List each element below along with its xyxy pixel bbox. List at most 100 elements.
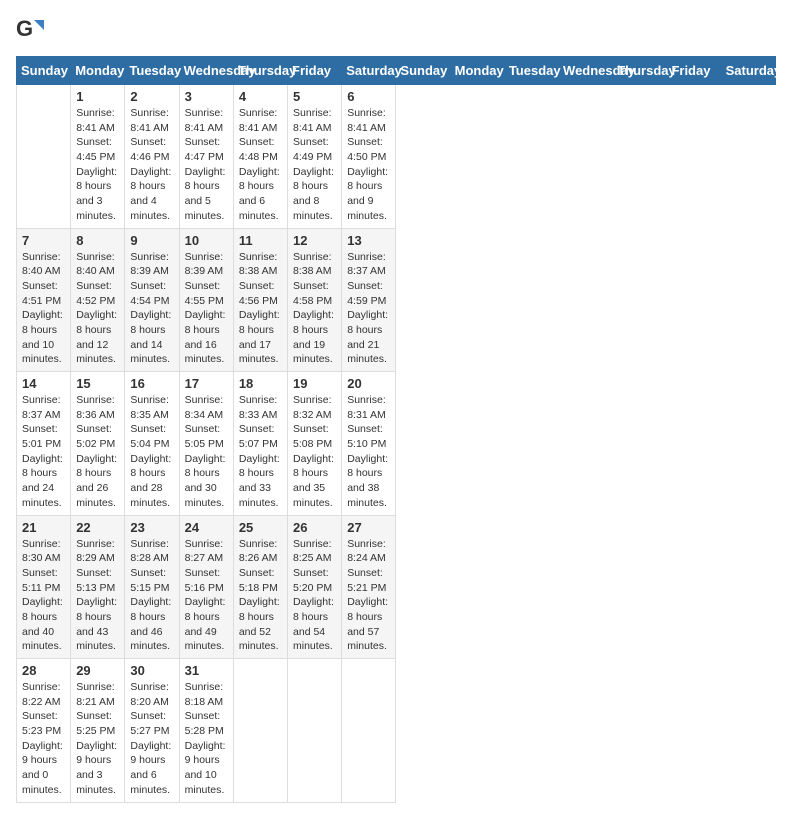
header-saturday: Saturday	[721, 57, 775, 85]
day-info: Sunrise: 8:41 AMSunset: 4:49 PMDaylight:…	[293, 106, 336, 224]
header-sunday: Sunday	[396, 57, 450, 85]
day-info: Sunrise: 8:38 AMSunset: 4:56 PMDaylight:…	[239, 250, 282, 368]
day-number: 20	[347, 376, 390, 391]
calendar-cell: 11 Sunrise: 8:38 AMSunset: 4:56 PMDayligh…	[233, 228, 287, 372]
day-info: Sunrise: 8:25 AMSunset: 5:20 PMDaylight:…	[293, 537, 336, 655]
calendar-cell: 14 Sunrise: 8:37 AMSunset: 5:01 PMDayligh…	[17, 372, 71, 516]
calendar-cell: 28Sunrise: 8:22 AMSunset: 5:23 PMDayligh…	[17, 659, 71, 803]
day-number: 15	[76, 376, 119, 391]
day-info: Sunrise: 8:35 AMSunset: 5:04 PMDaylight:…	[130, 393, 173, 511]
day-info: Sunrise: 8:41 AMSunset: 4:48 PMDaylight:…	[239, 106, 282, 224]
day-info: Sunrise: 8:34 AMSunset: 5:05 PMDaylight:…	[185, 393, 228, 511]
calendar-cell: 24 Sunrise: 8:27 AMSunset: 5:16 PMDayligh…	[179, 515, 233, 659]
calendar-cell: 22 Sunrise: 8:29 AMSunset: 5:13 PMDayligh…	[71, 515, 125, 659]
day-number: 9	[130, 233, 173, 248]
header-monday: Monday	[450, 57, 504, 85]
calendar-cell: 17Sunrise: 8:34 AMSunset: 5:05 PMDayligh…	[179, 372, 233, 516]
calendar-cell: 30Sunrise: 8:20 AMSunset: 5:27 PMDayligh…	[125, 659, 179, 803]
header-tuesday: Tuesday	[504, 57, 558, 85]
header-wednesday: Wednesday	[559, 57, 613, 85]
calendar-cell: 20 Sunrise: 8:31 AMSunset: 5:10 PMDayligh…	[342, 372, 396, 516]
day-number: 16	[130, 376, 173, 391]
day-number: 22	[76, 520, 119, 535]
header-thursday: Thursday	[233, 57, 287, 85]
calendar-cell: 29 Sunrise: 8:21 AMSunset: 5:25 PMDayligh…	[71, 659, 125, 803]
day-number: 18	[239, 376, 282, 391]
calendar-cell: 1 Sunrise: 8:41 AMSunset: 4:45 PMDaylight…	[71, 85, 125, 229]
header-tuesday: Tuesday	[125, 57, 179, 85]
day-number: 4	[239, 89, 282, 104]
day-info: Sunrise: 8:39 AMSunset: 4:55 PMDaylight:…	[185, 250, 228, 368]
week-row-2: 14 Sunrise: 8:37 AMSunset: 5:01 PMDayligh…	[17, 372, 776, 516]
week-row-1: 7 Sunrise: 8:40 AMSunset: 4:51 PMDaylight…	[17, 228, 776, 372]
header-thursday: Thursday	[613, 57, 667, 85]
day-number: 14	[22, 376, 65, 391]
header-saturday: Saturday	[342, 57, 396, 85]
day-info: Sunrise: 8:22 AMSunset: 5:23 PMDaylight:…	[22, 680, 65, 798]
day-info: Sunrise: 8:36 AMSunset: 5:02 PMDaylight:…	[76, 393, 119, 511]
day-number: 2	[130, 89, 173, 104]
day-number: 29	[76, 663, 119, 678]
calendar-cell: 3Sunrise: 8:41 AMSunset: 4:47 PMDaylight…	[179, 85, 233, 229]
day-number: 19	[293, 376, 336, 391]
calendar-cell	[233, 659, 287, 803]
week-row-0: 1 Sunrise: 8:41 AMSunset: 4:45 PMDaylight…	[17, 85, 776, 229]
day-number: 27	[347, 520, 390, 535]
header-sunday: Sunday	[17, 57, 71, 85]
day-info: Sunrise: 8:21 AMSunset: 5:25 PMDaylight:…	[76, 680, 119, 798]
calendar-cell: 7 Sunrise: 8:40 AMSunset: 4:51 PMDaylight…	[17, 228, 71, 372]
day-info: Sunrise: 8:28 AMSunset: 5:15 PMDaylight:…	[130, 537, 173, 655]
logo-icon: G	[16, 16, 44, 44]
day-info: Sunrise: 8:24 AMSunset: 5:21 PMDaylight:…	[347, 537, 390, 655]
day-info: Sunrise: 8:41 AMSunset: 4:45 PMDaylight:…	[76, 106, 119, 224]
calendar-cell: 18Sunrise: 8:33 AMSunset: 5:07 PMDayligh…	[233, 372, 287, 516]
day-info: Sunrise: 8:37 AMSunset: 4:59 PMDaylight:…	[347, 250, 390, 368]
day-number: 25	[239, 520, 282, 535]
day-number: 3	[185, 89, 228, 104]
calendar-cell: 10Sunrise: 8:39 AMSunset: 4:55 PMDayligh…	[179, 228, 233, 372]
day-number: 7	[22, 233, 65, 248]
header-friday: Friday	[667, 57, 721, 85]
calendar-cell: 16 Sunrise: 8:35 AMSunset: 5:04 PMDayligh…	[125, 372, 179, 516]
day-number: 12	[293, 233, 336, 248]
header: G	[16, 16, 776, 44]
calendar-cell: 4 Sunrise: 8:41 AMSunset: 4:48 PMDaylight…	[233, 85, 287, 229]
day-number: 23	[130, 520, 173, 535]
calendar-cell: 9 Sunrise: 8:39 AMSunset: 4:54 PMDaylight…	[125, 228, 179, 372]
day-number: 11	[239, 233, 282, 248]
day-number: 6	[347, 89, 390, 104]
day-info: Sunrise: 8:26 AMSunset: 5:18 PMDaylight:…	[239, 537, 282, 655]
day-info: Sunrise: 8:41 AMSunset: 4:50 PMDaylight:…	[347, 106, 390, 224]
calendar-cell: 19 Sunrise: 8:32 AMSunset: 5:08 PMDayligh…	[288, 372, 342, 516]
calendar-cell: 2Sunrise: 8:41 AMSunset: 4:46 PMDaylight…	[125, 85, 179, 229]
week-row-3: 21Sunrise: 8:30 AMSunset: 5:11 PMDayligh…	[17, 515, 776, 659]
day-info: Sunrise: 8:20 AMSunset: 5:27 PMDaylight:…	[130, 680, 173, 798]
header-monday: Monday	[71, 57, 125, 85]
calendar-header-row: SundayMondayTuesdayWednesdayThursdayFrid…	[17, 57, 776, 85]
calendar-cell	[288, 659, 342, 803]
svg-text:G: G	[16, 16, 33, 41]
day-number: 21	[22, 520, 65, 535]
calendar-cell: 23 Sunrise: 8:28 AMSunset: 5:15 PMDayligh…	[125, 515, 179, 659]
day-number: 8	[76, 233, 119, 248]
logo: G	[16, 16, 48, 44]
header-friday: Friday	[288, 57, 342, 85]
calendar-cell: 25 Sunrise: 8:26 AMSunset: 5:18 PMDayligh…	[233, 515, 287, 659]
day-info: Sunrise: 8:39 AMSunset: 4:54 PMDaylight:…	[130, 250, 173, 368]
day-info: Sunrise: 8:31 AMSunset: 5:10 PMDaylight:…	[347, 393, 390, 511]
day-info: Sunrise: 8:37 AMSunset: 5:01 PMDaylight:…	[22, 393, 65, 511]
day-number: 5	[293, 89, 336, 104]
day-info: Sunrise: 8:40 AMSunset: 4:51 PMDaylight:…	[22, 250, 65, 368]
day-number: 1	[76, 89, 119, 104]
calendar-cell: 15 Sunrise: 8:36 AMSunset: 5:02 PMDayligh…	[71, 372, 125, 516]
day-info: Sunrise: 8:40 AMSunset: 4:52 PMDaylight:…	[76, 250, 119, 368]
day-number: 13	[347, 233, 390, 248]
day-info: Sunrise: 8:27 AMSunset: 5:16 PMDaylight:…	[185, 537, 228, 655]
calendar-cell: 6 Sunrise: 8:41 AMSunset: 4:50 PMDaylight…	[342, 85, 396, 229]
day-number: 31	[185, 663, 228, 678]
day-info: Sunrise: 8:38 AMSunset: 4:58 PMDaylight:…	[293, 250, 336, 368]
day-info: Sunrise: 8:18 AMSunset: 5:28 PMDaylight:…	[185, 680, 228, 798]
day-info: Sunrise: 8:32 AMSunset: 5:08 PMDaylight:…	[293, 393, 336, 511]
day-number: 24	[185, 520, 228, 535]
day-info: Sunrise: 8:29 AMSunset: 5:13 PMDaylight:…	[76, 537, 119, 655]
